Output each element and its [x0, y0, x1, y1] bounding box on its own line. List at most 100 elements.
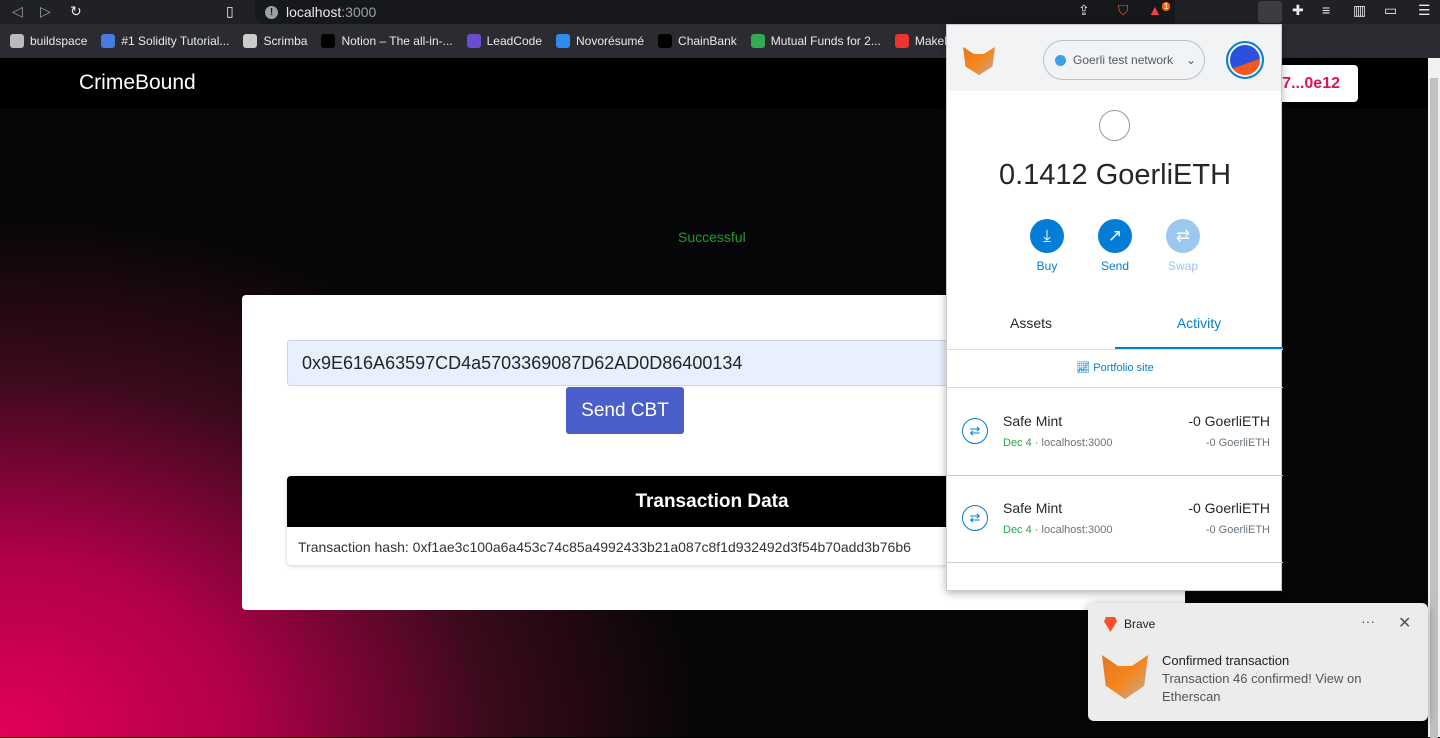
activity-amount: -0 GoerliETH [1188, 413, 1270, 429]
bookmark-label: Notion – The all-in-... [341, 34, 453, 48]
bookmark-item[interactable]: Novorésumé [556, 34, 644, 48]
activity-item[interactable]: ⇄ Safe Mint Dec 4 · localhost:3000 -0 Go… [947, 389, 1283, 476]
activity-origin: · localhost:3000 [1031, 524, 1113, 536]
transaction-data-title: Transaction Data [287, 476, 967, 527]
swap-icon: ⇄ [962, 505, 988, 531]
brand-title: CrimeBound [79, 71, 196, 94]
metamask-fox-icon [963, 47, 995, 75]
network-label: Goerli test network [1073, 53, 1174, 67]
bookmark-item[interactable]: #1 Solidity Tutorial... [101, 34, 229, 48]
wallet-icon[interactable]: ▭ [1384, 2, 1397, 19]
activity-title: Safe Mint [1003, 500, 1063, 516]
buy-button[interactable]: ⤓ Buy [1030, 219, 1064, 273]
activity-item[interactable]: ⇄ Safe Mint Dec 4 · localhost:3000 -0 Go… [947, 476, 1283, 563]
arrow-up-right-icon: ↗ [1098, 219, 1132, 253]
sidebar-icon[interactable]: ▥ [1353, 2, 1366, 19]
tab-activity[interactable]: Activity [1115, 300, 1283, 349]
bookmark-label: #1 Solidity Tutorial... [121, 34, 230, 48]
notification-body: Transaction 46 confirmed! View on Ethers… [1162, 671, 1362, 704]
reload-icon[interactable]: ↻ [70, 3, 82, 20]
bookmark-label: ChainBank [678, 34, 737, 48]
bookmark-favicon-icon [658, 34, 673, 48]
swap-icon: ⇄ [1166, 219, 1200, 253]
bookmark-favicon-icon [10, 34, 24, 48]
info-icon[interactable]: ! [265, 5, 278, 19]
page-scrollbar[interactable] [1428, 58, 1440, 738]
close-icon[interactable]: ✕ [1398, 613, 1411, 633]
playlist-icon[interactable]: ≡ [1322, 2, 1330, 18]
download-icon: ⤓ [1030, 219, 1064, 253]
metamask-extension-icon[interactable] [1258, 1, 1282, 23]
bookmark-label: LeadCode [486, 34, 543, 48]
address-bar[interactable]: ! localhost:3000 [255, 0, 1175, 24]
forward-icon[interactable]: ▷ [40, 3, 51, 20]
activity-title: Safe Mint [1003, 413, 1063, 429]
bookmark-favicon-icon [321, 34, 336, 48]
bookmark-label: buildspace [30, 34, 88, 48]
activity-subtitle: Dec 4 · localhost:3000 [1003, 437, 1112, 449]
back-icon[interactable]: ◁ [12, 3, 23, 20]
activity-date: Dec 4 [1003, 524, 1032, 536]
bookmark-label: Mutual Funds for 2... [770, 34, 881, 48]
menu-icon[interactable]: ☰ [1418, 2, 1431, 19]
metamask-fox-icon [1102, 655, 1148, 699]
send-button[interactable]: ↗ Send [1098, 219, 1132, 273]
bookmark-favicon-icon [243, 34, 258, 48]
send-label: Send [1100, 259, 1130, 273]
scrollbar-thumb[interactable] [1430, 78, 1438, 738]
network-dot-icon [1055, 54, 1066, 66]
portfolio-label: Portfolio site [1093, 362, 1154, 374]
notification-app: Brave [1124, 617, 1156, 631]
transaction-hash: Transaction hash: 0xf1ae3c100a6a453c74c8… [298, 539, 911, 555]
extensions-icon[interactable]: ✚ [1292, 2, 1304, 19]
brave-shield-icon[interactable]: ⛉ [1118, 2, 1129, 19]
browser-toolbar: ◁ ▷ ↻ ▯ ! localhost:3000 ⇪ ⛉ ▲ 1 ✚ ≡ ▥ ▭ ☰ [0, 0, 1440, 24]
metamask-popup: Goerli test network ⌄ 0.1412 GoerliETH ⤓ B… [946, 24, 1283, 591]
network-selector[interactable]: Goerli test network ⌄ [1043, 40, 1205, 80]
url-host: localhost [286, 4, 342, 20]
bookmark-favicon-icon [101, 34, 116, 48]
swap-label: Swap [1167, 259, 1199, 273]
url-port: :3000 [341, 4, 377, 20]
brave-rewards-icon[interactable]: ▲ 1 [1148, 2, 1171, 18]
share-icon[interactable]: ⇪ [1078, 2, 1090, 19]
activity-origin: · localhost:3000 [1031, 437, 1113, 449]
bookmark-favicon-icon [750, 34, 765, 48]
activity-subtitle: Dec 4 · localhost:3000 [1003, 524, 1112, 536]
tab-assets[interactable]: Assets [947, 300, 1115, 349]
token-icon [1099, 110, 1130, 141]
bookmark-item[interactable]: Scrimba [243, 34, 307, 48]
bookmark-item[interactable]: LeadCode [466, 34, 543, 48]
account-avatar[interactable] [1226, 41, 1264, 79]
swap-icon: ⇄ [962, 418, 988, 444]
system-notification[interactable]: Brave ··· ✕ Confirmed transaction Transa… [1088, 603, 1428, 721]
portfolio-site-link[interactable]: 📈︎ Portfolio site [947, 350, 1283, 388]
bookmark-label: Novorésumé [576, 34, 645, 48]
address-input[interactable]: 0x9E616A63597CD4a5703369087D62AD0D864001… [287, 340, 967, 386]
notification-title: Confirmed transaction [1162, 653, 1290, 668]
brave-logo-icon [1104, 617, 1117, 632]
more-icon[interactable]: ··· [1361, 613, 1375, 629]
chart-icon: 📈︎ [1076, 362, 1094, 374]
bookmark-favicon-icon [556, 34, 571, 48]
bookmark-icon[interactable]: ▯ [226, 3, 234, 20]
transaction-data-panel: Transaction Data Transaction hash: 0xf1a… [287, 476, 967, 565]
activity-date: Dec 4 [1003, 437, 1032, 449]
bookmark-item[interactable]: buildspace [10, 34, 87, 48]
activity-sub-amount: -0 GoerliETH [1205, 524, 1270, 536]
balance: 0.1412 GoerliETH [998, 159, 1232, 191]
activity-amount: -0 GoerliETH [1188, 500, 1270, 516]
swap-button[interactable]: ⇄ Swap [1166, 219, 1200, 273]
bookmark-item[interactable]: Mutual Funds for 2... [750, 34, 881, 48]
bookmark-item[interactable]: ChainBank [658, 34, 737, 48]
bookmark-favicon-icon [894, 34, 909, 48]
chevron-down-icon: ⌄ [1186, 53, 1197, 67]
bookmark-item[interactable]: Notion – The all-in-... [321, 34, 453, 48]
status-text: Successful [678, 229, 746, 245]
bookmark-label: Scrimba [263, 34, 308, 48]
account-button[interactable]: 47...0e12 [1270, 65, 1358, 102]
buy-label: Buy [1036, 259, 1058, 273]
send-cbt-button[interactable]: Send CBT [566, 387, 684, 434]
notification-badge: 1 [1161, 2, 1171, 12]
bookmark-favicon-icon [466, 34, 481, 48]
